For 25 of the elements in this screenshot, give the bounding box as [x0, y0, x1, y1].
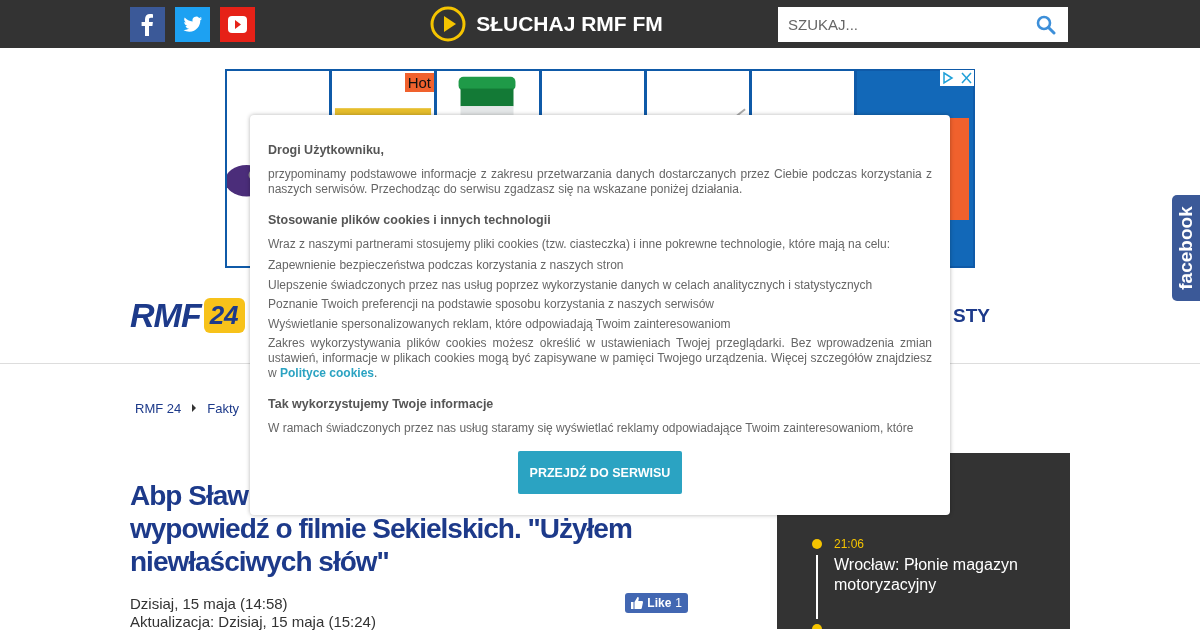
- logo-badge: 24: [203, 298, 245, 333]
- news-headline[interactable]: Wrocław: Płonie magazyn motoryzacyjny: [834, 555, 1044, 595]
- like-button[interactable]: Like 1: [625, 593, 688, 613]
- site-logo[interactable]: RMF: [130, 296, 201, 335]
- news-time: 21:06: [834, 537, 866, 551]
- nav-link[interactable]: STY: [953, 304, 990, 327]
- purpose-item: Wyświetlanie spersonalizowanych reklam, które odpowiadają Twoim zainteresowaniom: [268, 316, 732, 332]
- dialog-paragraph: Wraz z naszymi partnerami stosujemy pliki cookies (tzw. ciasteczka) i inne pokrewne technologie, które mają na celu:: [268, 237, 892, 252]
- facebook-side-tab[interactable]: facebook: [1172, 195, 1200, 301]
- update-date: Aktualizacja: Dzisiaj, 15 maja (15:24): [130, 614, 377, 629]
- section-heading: Stosowanie plików cookies i innych technologii: [268, 213, 552, 228]
- hot-badge: Hot: [404, 73, 434, 92]
- purpose-item: Poznanie Twoich preferencji na podstawie sposobu korzystania z naszych serwisów: [268, 297, 715, 312]
- purpose-item: Ulepszenie świadczonych przez nas usług poprzez wykorzystanie danych w celach analitycznych i statystycznych: [268, 277, 874, 293]
- purpose-item: Zapewnienie bezpieczeństwa podczas korzystania z naszych stron: [268, 258, 625, 273]
- breadcrumb-link[interactable]: Fakty: [207, 400, 240, 416]
- search-field[interactable]: SZUKAJ...: [778, 6, 1068, 42]
- breadcrumb-link[interactable]: RMF 24: [135, 400, 182, 416]
- section-heading: Tak wykorzystujemy Twoje informacje: [268, 397, 495, 412]
- publish-date: Dzisiaj, 15 maja (14:58): [130, 595, 288, 611]
- dialog-paragraph: Zakres wykorzystywania plików cookies możesz określić w ustawieniach Twojej przeglądarki. Bez wprowadzenia zmian ustawień, informacje w plikach cookies mogą być zapisywane w pamięci Twojego urządzenia. Więcej szczegółów znajdziesz w Polityce cookies.: [268, 336, 932, 381]
- dialog-paragraph: W ramach świadczonych przez nas usług staramy się wyświetlać reklamy odpowiadające Twoim zainteresowaniom, które: [268, 421, 915, 436]
- listen-link[interactable]: SŁUCHAJ RMF FM: [476, 12, 663, 36]
- dialog-greeting: Drogi Użytkowniku,: [268, 143, 385, 158]
- dialog-intro: przypominamy podstawowe informacje z zakresu przetwarzania danych dostarczanych przez Ciebie podczas korzystania z naszych serwisów. Przechodząc do serwisu zgadzasz się na wskazane poniżej działania.: [268, 167, 932, 197]
